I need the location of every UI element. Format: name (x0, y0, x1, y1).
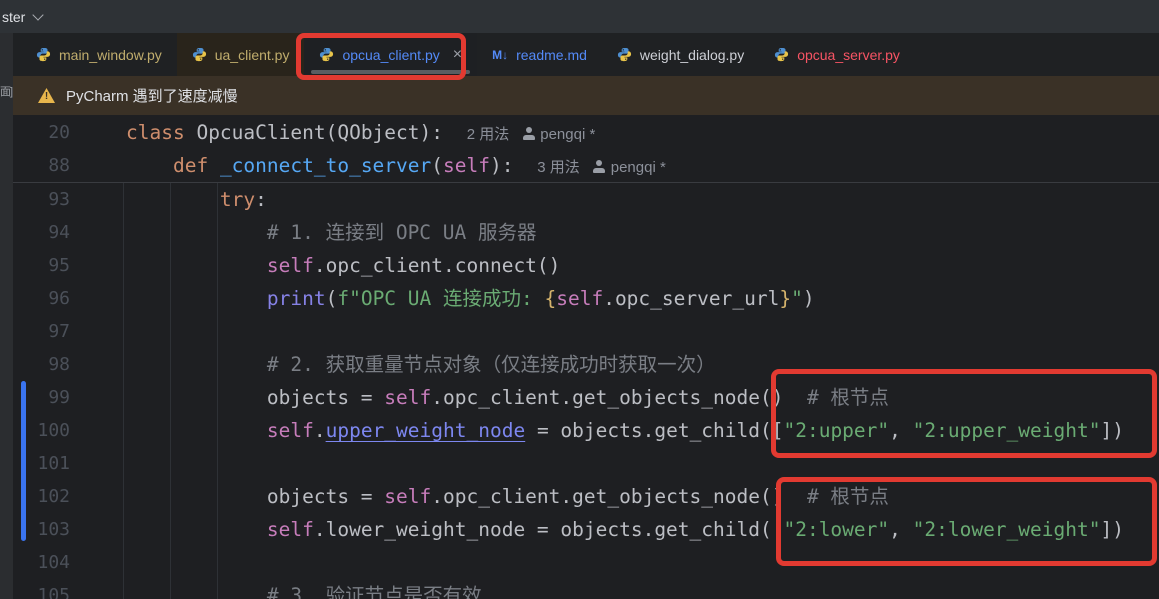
inlay-hint[interactable]: 2 用法 (467, 126, 510, 143)
code-text (70, 546, 126, 579)
code-text: self.upper_weight_node = objects.get_chi… (70, 414, 1124, 447)
code-text (70, 315, 126, 348)
markdown-icon: M↓ (492, 48, 508, 62)
code-lines: 93 try:94 # 1. 连接到 OPC UA 服务器95 self.opc… (13, 183, 1159, 599)
editor-tab-bar: main_window.py ua_client.py opcua_client.p… (13, 33, 1159, 76)
code-text: objects = self.opc_client.get_objects_no… (70, 480, 889, 513)
inlay-hint[interactable]: pengqi * (611, 159, 666, 176)
banner-message: PyCharm 遇到了速度减慢 (66, 85, 238, 106)
line-number[interactable]: 88 (13, 149, 70, 182)
chevron-down-icon (33, 9, 44, 20)
code-text: # 2. 获取重量节点对象（仅连接成功时获取一次） (70, 348, 716, 381)
line-number[interactable]: 98 (13, 348, 70, 381)
tab-label: weight_dialog.py (640, 47, 744, 63)
line-number[interactable]: 94 (13, 216, 70, 249)
tab-ua_client-py[interactable]: ua_client.py (177, 33, 305, 76)
code-line[interactable]: 101 (13, 447, 1159, 480)
code-text: print(f"OPC UA 连接成功: {self.opc_server_ur… (70, 282, 815, 315)
tab-readme-md[interactable]: M↓ readme.md (477, 33, 602, 76)
line-number[interactable]: 105 (13, 579, 70, 599)
tab-label: readme.md (516, 47, 587, 63)
code-line[interactable]: 105 # 3. 验证节点是否有效 (13, 579, 1159, 599)
code-text: class OpcuaClient(QObject): 2 用法pengqi * (70, 116, 595, 149)
code-line[interactable]: 102 objects = self.opc_client.get_object… (13, 480, 1159, 513)
code-text: self.lower_weight_node = objects.get_chi… (70, 513, 1124, 546)
python-icon (36, 47, 51, 62)
tab-close-icon[interactable]: × (453, 47, 462, 63)
python-icon (319, 47, 334, 62)
warning-icon (38, 88, 55, 103)
line-number[interactable]: 97 (13, 315, 70, 348)
sticky-line[interactable]: 88 def _connect_to_server(self): 3 用法pen… (13, 149, 1159, 182)
tab-main_window-py[interactable]: main_window.py (21, 33, 177, 76)
code-editor[interactable]: 20class OpcuaClient(QObject): 2 用法pengqi… (13, 115, 1159, 599)
code-text: self.opc_client.connect() (70, 249, 560, 282)
branch-label: ster (2, 9, 25, 25)
tab-label: opcua_client.py (342, 47, 439, 63)
code-text: # 1. 连接到 OPC UA 服务器 (70, 216, 537, 249)
code-text: def _connect_to_server(self): 3 用法pengqi… (70, 149, 666, 182)
code-line[interactable]: 100 self.upper_weight_node = objects.get… (13, 414, 1159, 447)
code-line[interactable]: 97 (13, 315, 1159, 348)
code-text (70, 447, 126, 480)
code-line[interactable]: 95 self.opc_client.connect() (13, 249, 1159, 282)
line-number[interactable]: 104 (13, 546, 70, 579)
tab-opcua_client-py[interactable]: opcua_client.py × (304, 33, 477, 76)
code-line[interactable]: 93 try: (13, 183, 1159, 216)
vcs-change-bar[interactable] (21, 381, 26, 541)
person-icon (522, 127, 535, 140)
tab-label: opcua_server.py (797, 47, 900, 63)
line-number[interactable]: 20 (13, 116, 70, 149)
line-number[interactable]: 93 (13, 183, 70, 216)
code-line[interactable]: 94 # 1. 连接到 OPC UA 服务器 (13, 216, 1159, 249)
sticky-lines-panel: 20class OpcuaClient(QObject): 2 用法pengqi… (13, 116, 1159, 183)
tool-window-strip: 面] (0, 33, 13, 599)
tab-opcua_server-py[interactable]: opcua_server.py (759, 33, 915, 76)
code-text: objects = self.opc_client.get_objects_no… (70, 381, 889, 414)
code-line[interactable]: 104 (13, 546, 1159, 579)
line-number[interactable]: 96 (13, 282, 70, 315)
code-text: # 3. 验证节点是否有效 (70, 579, 482, 599)
sticky-line[interactable]: 20class OpcuaClient(QObject): 2 用法pengqi… (13, 116, 1159, 149)
code-line[interactable]: 98 # 2. 获取重量节点对象（仅连接成功时获取一次） (13, 348, 1159, 381)
python-icon (617, 47, 632, 62)
person-icon (593, 160, 606, 173)
python-icon (192, 47, 207, 62)
window-header: ster (0, 0, 1159, 33)
tab-label: main_window.py (59, 47, 162, 63)
code-line[interactable]: 96 print(f"OPC UA 连接成功: {self.opc_server… (13, 282, 1159, 315)
python-icon (774, 47, 789, 62)
code-line[interactable]: 99 objects = self.opc_client.get_objects… (13, 381, 1159, 414)
tab-weight_dialog-py[interactable]: weight_dialog.py (602, 33, 759, 76)
notification-banner: PyCharm 遇到了速度减慢 (13, 76, 1159, 115)
inlay-hint[interactable]: pengqi * (540, 126, 595, 143)
branch-selector[interactable]: ster (0, 9, 42, 25)
ide-window: ster 面] main_window.py ua_client.py opcua_… (0, 0, 1159, 599)
tab-label: ua_client.py (215, 47, 290, 63)
line-number[interactable]: 95 (13, 249, 70, 282)
code-line[interactable]: 103 self.lower_weight_node = objects.get… (13, 513, 1159, 546)
code-text: try: (70, 183, 267, 216)
inlay-hint[interactable]: 3 用法 (537, 159, 580, 176)
tool-window-button[interactable]: 面] (0, 83, 16, 99)
